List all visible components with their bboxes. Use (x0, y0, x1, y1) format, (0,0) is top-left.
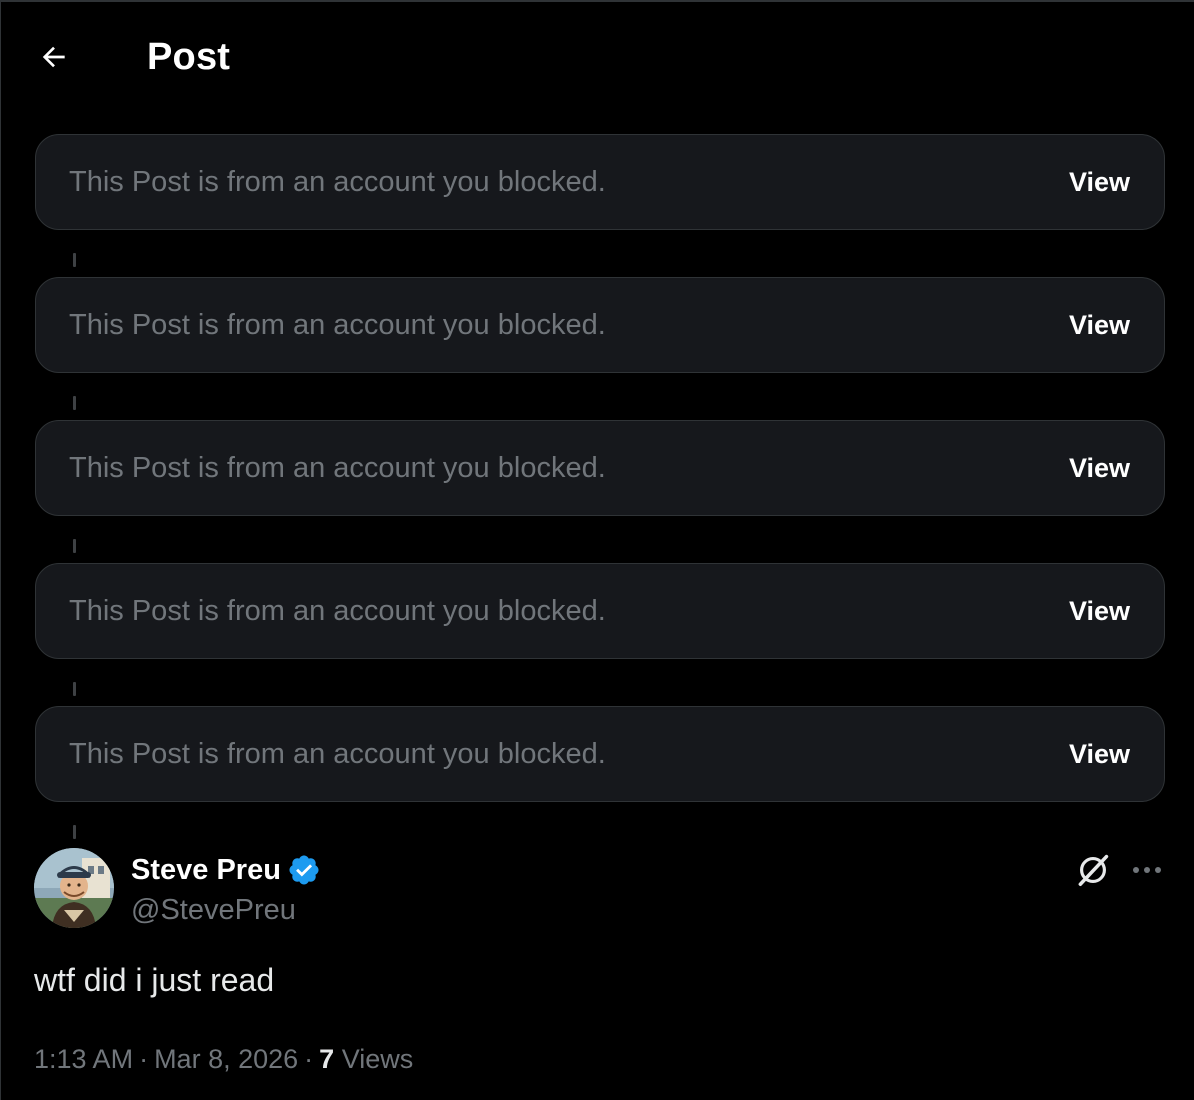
verified-badge-icon[interactable] (287, 853, 321, 887)
header: Post (1, 2, 1194, 112)
view-blocked-post-button[interactable]: View (1069, 278, 1130, 372)
post-date[interactable]: Mar 8, 2026 (154, 1044, 298, 1074)
post-text: wtf did i just read (34, 962, 275, 998)
author-name-row: Steve Preu (131, 850, 321, 890)
blocked-post-card: This Post is from an account you blocked… (35, 706, 1165, 802)
post-metadata: 1:13 AM · Mar 8, 2026 · 7 Views (34, 1038, 413, 1080)
avatar[interactable] (34, 848, 114, 928)
app-window: Post This Post is from an account you bl… (0, 0, 1194, 1100)
thread-connector-line (73, 253, 76, 267)
views-count: 7 (319, 1044, 335, 1074)
thread-connector-line (73, 682, 76, 696)
grok-button[interactable] (1073, 850, 1113, 890)
view-blocked-post-button[interactable]: View (1069, 421, 1130, 515)
author-handle[interactable]: @StevePreu (131, 890, 296, 930)
thread-connector-line (73, 396, 76, 410)
arrow-left-icon (42, 46, 65, 68)
view-blocked-post-button[interactable]: View (1069, 135, 1130, 229)
blocked-post-notice: This Post is from an account you blocked… (69, 595, 606, 627)
more-options-button[interactable] (1127, 854, 1167, 886)
blocked-post-card: This Post is from an account you blocked… (35, 563, 1165, 659)
avatar-image (34, 848, 114, 928)
blocked-post-card: This Post is from an account you blocked… (35, 420, 1165, 516)
more-horizontal-icon (1133, 867, 1161, 873)
views-label: Views (341, 1044, 414, 1074)
page-title: Post (147, 36, 231, 78)
view-blocked-post-button[interactable]: View (1069, 564, 1130, 658)
meta-separator: · (304, 1044, 314, 1074)
post-time[interactable]: 1:13 AM (34, 1044, 133, 1074)
blocked-post-card: This Post is from an account you blocked… (35, 277, 1165, 373)
meta-separator: · (139, 1044, 149, 1074)
blocked-post-card: This Post is from an account you blocked… (35, 134, 1165, 230)
blocked-post-notice: This Post is from an account you blocked… (69, 166, 606, 198)
thread-connector-line (73, 539, 76, 553)
blocked-post-notice: This Post is from an account you blocked… (69, 738, 606, 770)
thread-connector-line (73, 825, 76, 839)
blocked-post-notice: This Post is from an account you blocked… (69, 309, 606, 341)
back-button[interactable] (31, 34, 77, 80)
grok-icon (1078, 854, 1109, 886)
view-blocked-post-button[interactable]: View (1069, 707, 1130, 801)
blocked-post-notice: This Post is from an account you blocked… (69, 452, 606, 484)
author-name[interactable]: Steve Preu (131, 854, 281, 887)
